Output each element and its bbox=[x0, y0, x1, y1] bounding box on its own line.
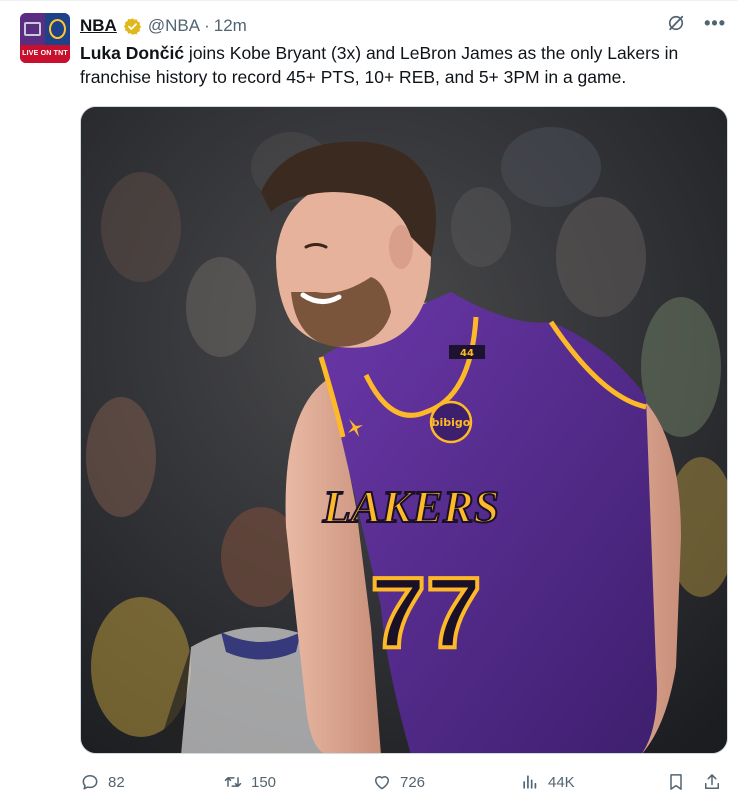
separator-dot: · bbox=[204, 16, 210, 35]
avatar[interactable]: LIVE ON TNT bbox=[20, 13, 70, 63]
tweet-photo[interactable]: 44 bibigo LAKERS 77 bbox=[80, 106, 728, 754]
sponsor-text: bibigo bbox=[432, 416, 471, 429]
mention-name: Luka Dončić bbox=[80, 43, 185, 63]
bookmark-icon bbox=[670, 774, 682, 790]
strap-number: 44 bbox=[460, 348, 474, 359]
repost-count: 150 bbox=[251, 773, 277, 791]
timestamp[interactable]: 12m bbox=[214, 16, 247, 36]
action-bar: 82 150 726 44K bbox=[80, 767, 728, 797]
verified-badge-icon[interactable] bbox=[123, 17, 142, 36]
player-photo: 44 bibigo LAKERS 77 bbox=[81, 107, 727, 753]
grok-icon[interactable] bbox=[666, 13, 686, 33]
view-count: 44K bbox=[548, 773, 575, 791]
jersey-number: 77 bbox=[370, 557, 481, 669]
repost-icon bbox=[224, 777, 242, 787]
avatar-caption: LIVE ON TNT bbox=[20, 45, 70, 63]
kings-crown-icon bbox=[24, 22, 41, 36]
reply-button[interactable]: 82 bbox=[80, 767, 125, 797]
display-name[interactable]: NBA bbox=[80, 16, 117, 36]
like-count: 726 bbox=[400, 773, 426, 791]
analytics-icon bbox=[523, 775, 537, 789]
more-options-icon[interactable]: ••• bbox=[704, 13, 726, 33]
bookmark-button[interactable] bbox=[666, 767, 686, 797]
jersey-wordmark: LAKERS bbox=[322, 481, 499, 532]
repost-button[interactable]: 150 bbox=[223, 767, 276, 797]
share-icon bbox=[705, 774, 719, 789]
tweet-card[interactable]: LIVE ON TNT NBA @NBA · 12m ••• Luka Donč… bbox=[0, 0, 738, 800]
like-button[interactable]: 726 bbox=[372, 767, 425, 797]
tweet-text: Luka Dončić joins Kobe Bryant (3x) and L… bbox=[80, 41, 730, 89]
tweet-header: NBA @NBA · 12m bbox=[80, 15, 247, 37]
reply-count: 82 bbox=[108, 773, 125, 791]
views-button[interactable]: 44K bbox=[520, 767, 575, 797]
warriors-bridge-icon bbox=[49, 19, 66, 39]
share-button[interactable] bbox=[702, 767, 722, 797]
reply-icon bbox=[82, 775, 98, 790]
heart-icon bbox=[375, 776, 389, 790]
handle[interactable]: @NBA bbox=[148, 16, 200, 36]
top-actions: ••• bbox=[666, 13, 726, 33]
